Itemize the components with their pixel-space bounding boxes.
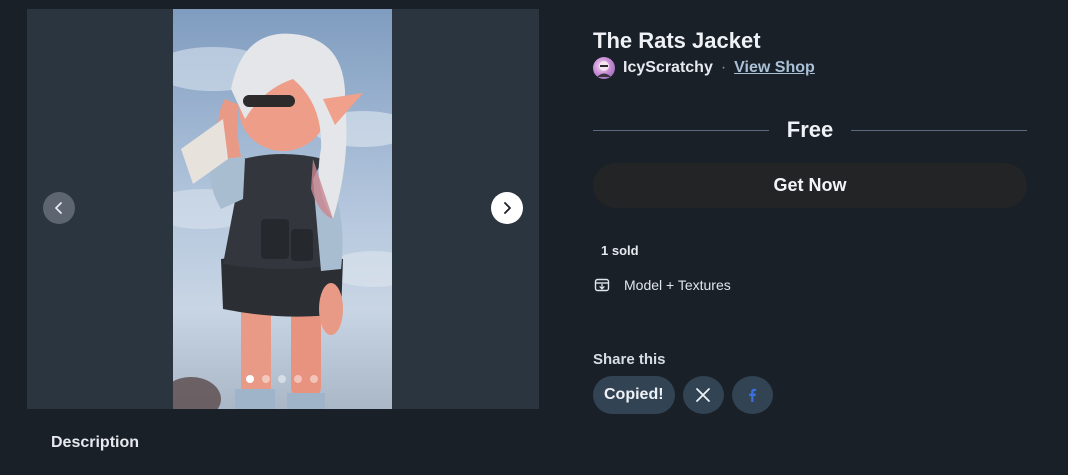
divider	[851, 129, 1028, 131]
separator-dot: ·	[720, 59, 727, 76]
facebook-logo-icon	[749, 388, 757, 402]
feature-label: Model + Textures	[624, 277, 731, 293]
product-image-carousel[interactable]	[27, 9, 539, 409]
chevron-left-icon	[55, 202, 62, 214]
share-x-button[interactable]	[682, 376, 724, 414]
next-image-button[interactable]	[491, 192, 523, 224]
x-logo-icon	[696, 388, 710, 402]
price-label: Free	[786, 117, 834, 142]
share-heading: Share this	[593, 351, 666, 368]
carousel-dot[interactable]	[246, 375, 254, 383]
carousel-dot[interactable]	[294, 375, 302, 383]
box-download-icon	[594, 278, 610, 292]
copy-link-button[interactable]: Copied!	[593, 376, 675, 414]
carousel-dots	[246, 375, 318, 383]
carousel-dot[interactable]	[262, 375, 270, 383]
previous-image-button[interactable]	[43, 192, 75, 224]
creator-avatar-icon	[597, 61, 611, 77]
creator-row: IcyScratchy · View Shop	[593, 57, 815, 79]
get-now-button[interactable]: Get Now	[593, 163, 1027, 208]
description-heading: Description	[51, 434, 140, 451]
carousel-dot[interactable]	[310, 375, 318, 383]
character-figure-illustration	[173, 33, 392, 409]
sold-count: 1 sold	[601, 243, 639, 258]
product-title: The Rats Jacket	[593, 28, 761, 53]
share-facebook-button[interactable]	[731, 376, 773, 414]
avatar[interactable]	[593, 57, 615, 79]
product-photo	[173, 9, 392, 409]
price-row: Free	[593, 116, 1028, 144]
carousel-dot[interactable]	[278, 375, 286, 383]
feature-item: Model + Textures	[594, 277, 731, 293]
share-buttons: Copied!	[593, 376, 773, 414]
view-shop-link[interactable]: View Shop	[734, 59, 815, 77]
creator-name[interactable]: IcyScratchy	[623, 59, 713, 77]
divider	[593, 129, 769, 131]
chevron-right-icon	[504, 202, 511, 214]
